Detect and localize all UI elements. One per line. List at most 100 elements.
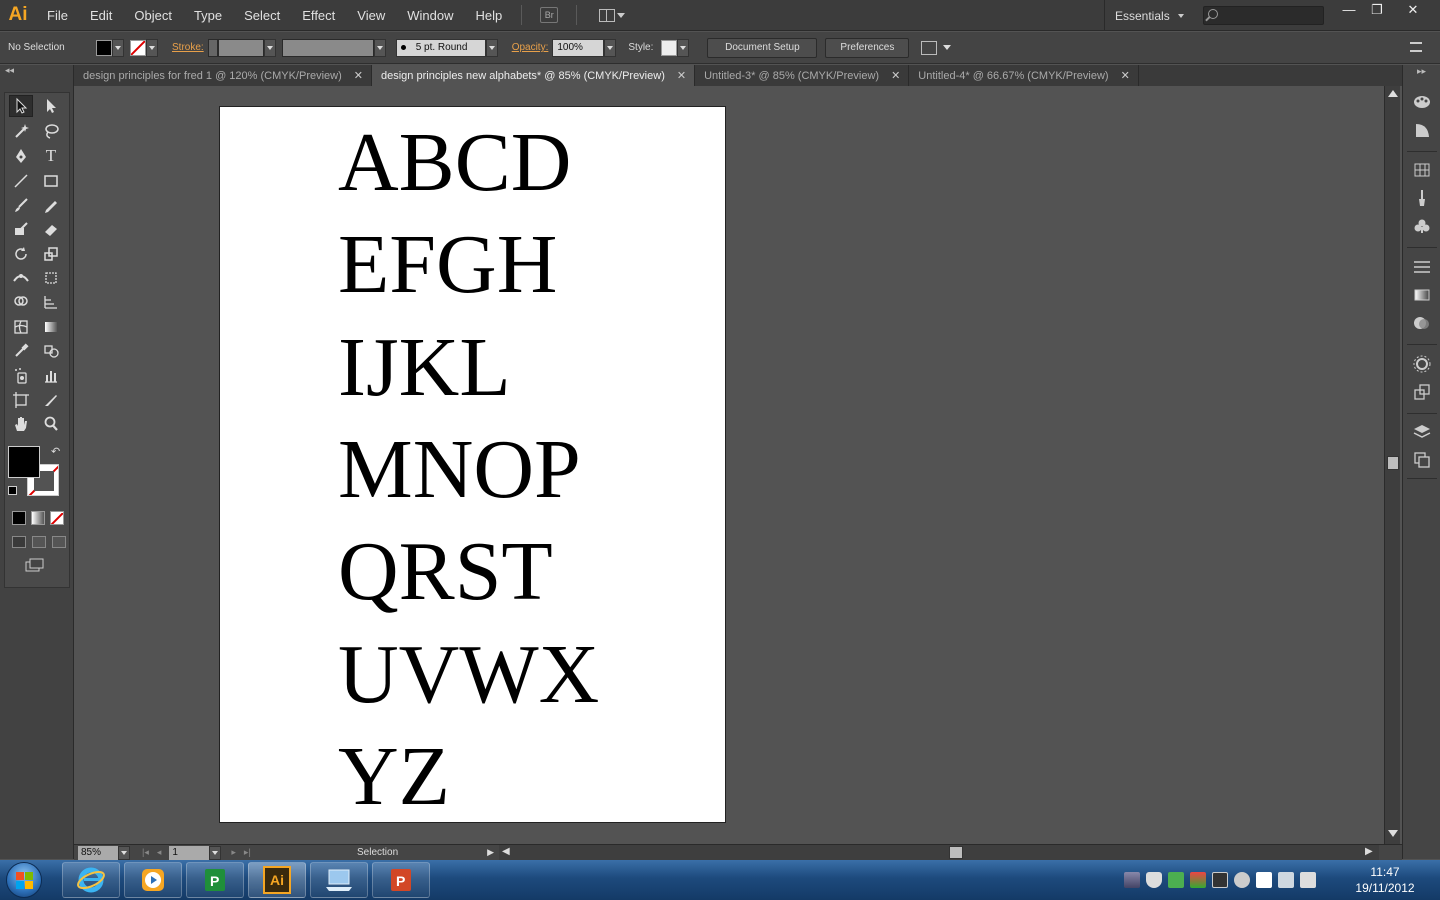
swap-fill-stroke-icon[interactable]: ↶ bbox=[51, 445, 60, 458]
previous-artboard-icon[interactable]: ◂ bbox=[157, 847, 162, 858]
free-transform-tool[interactable] bbox=[39, 267, 63, 289]
lasso-tool[interactable] bbox=[39, 120, 63, 142]
document-setup-button[interactable]: Document Setup bbox=[707, 37, 818, 58]
scroll-right-icon[interactable]: ▶ bbox=[1365, 846, 1373, 857]
style-dropdown[interactable] bbox=[677, 38, 690, 57]
default-fill-stroke-icon[interactable] bbox=[8, 486, 17, 495]
fill-dropdown[interactable] bbox=[112, 38, 124, 57]
artboard[interactable]: ABCD EFGH IJKL MNOP QRST UVWX YZ bbox=[219, 106, 726, 823]
horizontal-scroll-thumb[interactable] bbox=[949, 846, 963, 859]
menu-object[interactable]: Object bbox=[123, 0, 183, 31]
draw-normal-button[interactable] bbox=[12, 536, 26, 548]
stroke-panel-icon[interactable] bbox=[1412, 257, 1432, 277]
close-icon[interactable]: ✕ bbox=[1121, 69, 1130, 82]
rectangle-tool[interactable] bbox=[39, 170, 63, 192]
opacity-field[interactable]: 100% bbox=[552, 38, 605, 57]
slice-tool[interactable] bbox=[39, 389, 63, 411]
vertical-scrollbar[interactable] bbox=[1384, 86, 1400, 844]
tab-document-2[interactable]: design principles new alphabets* @ 85% (… bbox=[372, 65, 696, 86]
swatches-panel-icon[interactable] bbox=[1412, 160, 1432, 180]
transparency-panel-icon[interactable] bbox=[1412, 313, 1432, 333]
scroll-up-icon[interactable] bbox=[1388, 90, 1398, 97]
opacity-dropdown[interactable] bbox=[604, 38, 617, 57]
shape-builder-tool[interactable] bbox=[9, 291, 33, 313]
status-menu-icon[interactable]: ▶ bbox=[487, 847, 494, 858]
notification-icon[interactable] bbox=[1124, 872, 1140, 888]
sync-icon[interactable] bbox=[1168, 872, 1184, 888]
action-center-icon[interactable] bbox=[1256, 872, 1272, 888]
selection-tool[interactable] bbox=[9, 95, 33, 117]
taskbar-powerpoint[interactable]: P bbox=[372, 862, 430, 898]
fill-swatch[interactable] bbox=[96, 39, 112, 56]
draw-inside-button[interactable] bbox=[52, 536, 66, 548]
zoom-tool[interactable] bbox=[39, 413, 63, 435]
stroke-weight-stepper[interactable] bbox=[207, 38, 218, 57]
arrange-documents-button[interactable] bbox=[599, 7, 629, 23]
width-tool[interactable] bbox=[9, 267, 33, 289]
none-mode-button[interactable] bbox=[50, 511, 64, 525]
chevron-down-icon[interactable] bbox=[943, 45, 952, 50]
blob-brush-tool[interactable] bbox=[9, 218, 33, 240]
screen-mode-button[interactable] bbox=[25, 558, 45, 572]
column-graph-tool[interactable] bbox=[39, 365, 63, 387]
mesh-tool[interactable] bbox=[9, 316, 33, 338]
antivirus-icon[interactable] bbox=[1234, 872, 1250, 888]
rotate-tool[interactable] bbox=[9, 243, 33, 265]
pencil-tool[interactable] bbox=[39, 194, 63, 216]
tab-document-3[interactable]: Untitled-3* @ 85% (CMYK/Preview) ✕ bbox=[695, 65, 910, 86]
hand-tool[interactable] bbox=[9, 413, 33, 435]
align-options-icon[interactable] bbox=[921, 40, 938, 55]
stroke-weight-field[interactable] bbox=[217, 38, 264, 57]
restore-button[interactable]: ❐ bbox=[1361, 0, 1393, 20]
magic-wand-tool[interactable] bbox=[9, 120, 33, 142]
blend-tool[interactable] bbox=[39, 340, 63, 362]
zoom-level-field[interactable]: 85% bbox=[78, 845, 118, 860]
next-artboard-icon[interactable]: ▸ bbox=[231, 847, 236, 858]
menu-effect[interactable]: Effect bbox=[291, 0, 346, 31]
scroll-left-icon[interactable]: ◀ bbox=[502, 846, 510, 857]
artboards-panel-icon[interactable] bbox=[1412, 450, 1432, 470]
close-icon[interactable]: ✕ bbox=[891, 69, 900, 82]
fill-color-box[interactable] bbox=[8, 446, 40, 478]
stroke-swatch[interactable] bbox=[130, 39, 146, 56]
artboard-dropdown[interactable] bbox=[209, 845, 222, 860]
status-field[interactable]: Selection ▶ bbox=[279, 845, 494, 860]
workspace-switcher[interactable]: Essentials bbox=[1104, 0, 1184, 31]
close-icon[interactable]: ✕ bbox=[677, 69, 686, 82]
scale-tool[interactable] bbox=[39, 243, 63, 265]
start-button[interactable] bbox=[0, 860, 48, 900]
pen-tool[interactable] bbox=[9, 145, 33, 167]
text-line-yz[interactable]: YZ bbox=[338, 735, 450, 819]
menu-window[interactable]: Window bbox=[396, 0, 464, 31]
stroke-label[interactable]: Stroke: bbox=[168, 42, 208, 53]
network-icon[interactable] bbox=[1278, 872, 1294, 888]
variable-width-profile[interactable] bbox=[281, 38, 374, 57]
last-artboard-icon[interactable]: ▸| bbox=[244, 847, 251, 858]
brush-definition-field[interactable]: 5 pt. Round bbox=[395, 38, 486, 57]
app-tray-icon[interactable] bbox=[1190, 872, 1206, 888]
scroll-down-icon[interactable] bbox=[1388, 830, 1398, 837]
security-shield-icon[interactable] bbox=[1146, 872, 1162, 888]
tab-document-4[interactable]: Untitled-4* @ 66.67% (CMYK/Preview) ✕ bbox=[909, 65, 1139, 86]
color-panel-icon[interactable] bbox=[1412, 92, 1432, 112]
taskbar-publisher[interactable]: P bbox=[186, 862, 244, 898]
panel-menu-icon[interactable] bbox=[1410, 42, 1422, 52]
opacity-label[interactable]: Opacity: bbox=[508, 42, 553, 53]
draw-behind-button[interactable] bbox=[32, 536, 46, 548]
text-line-abcd[interactable]: ABCD bbox=[338, 121, 571, 205]
artboard-number-field[interactable]: 1 bbox=[169, 845, 210, 860]
menu-edit[interactable]: Edit bbox=[79, 0, 123, 31]
menu-view[interactable]: View bbox=[346, 0, 396, 31]
color-guide-panel-icon[interactable] bbox=[1412, 120, 1432, 140]
gradient-tool[interactable] bbox=[39, 316, 63, 338]
taskbar-internet-explorer[interactable] bbox=[62, 862, 120, 898]
perspective-grid-tool[interactable] bbox=[39, 291, 63, 313]
taskbar-media-player[interactable] bbox=[124, 862, 182, 898]
taskbar-illustrator[interactable]: Ai bbox=[248, 862, 306, 898]
brush-dropdown[interactable] bbox=[485, 38, 498, 57]
symbols-panel-icon[interactable] bbox=[1412, 216, 1432, 236]
eyedropper-tool[interactable] bbox=[9, 340, 33, 362]
volume-muted-icon[interactable] bbox=[1300, 872, 1316, 888]
search-input[interactable] bbox=[1203, 6, 1324, 25]
close-icon[interactable]: ✕ bbox=[354, 69, 363, 82]
